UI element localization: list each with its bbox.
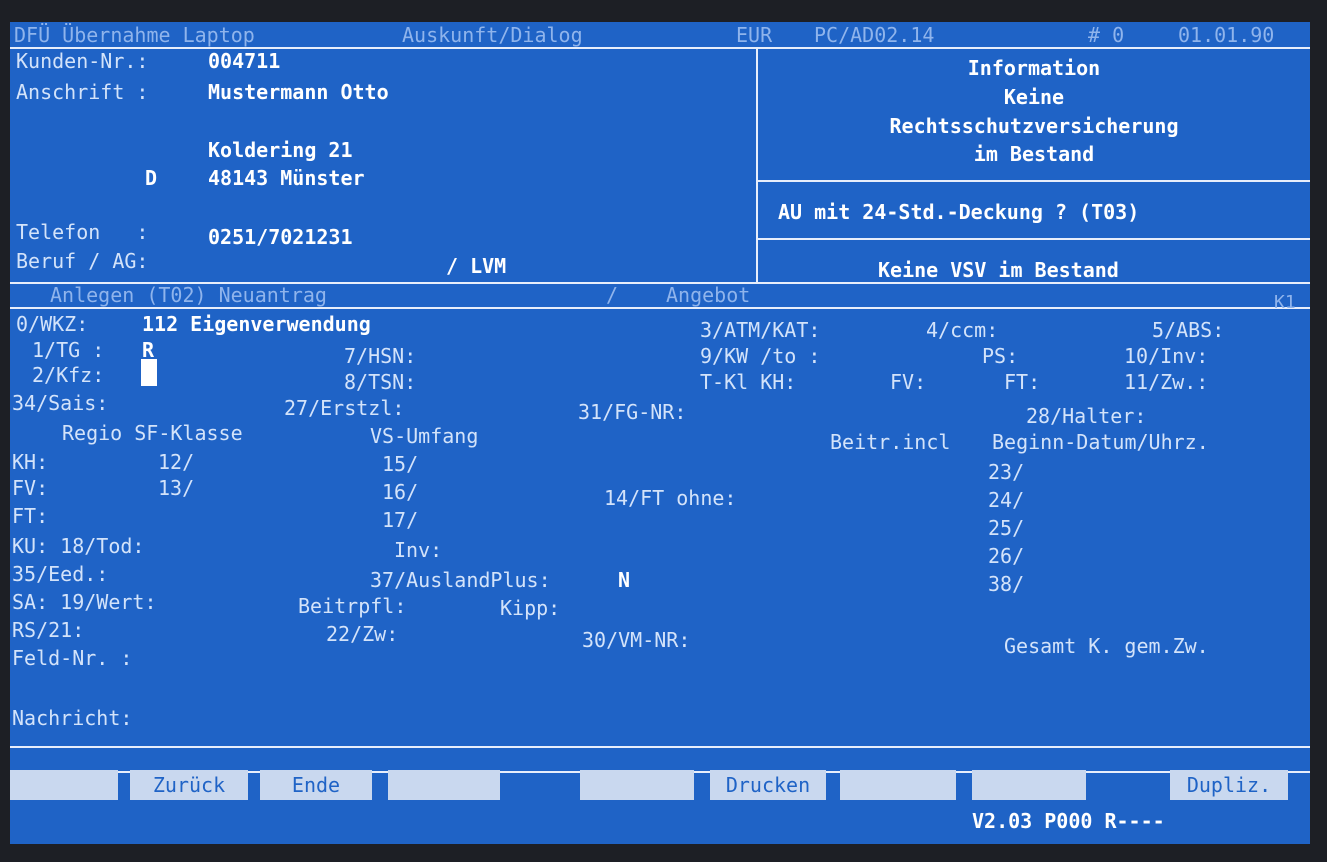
inv10-label: 10/Inv:	[1124, 344, 1209, 368]
divider-info-2	[756, 238, 1310, 240]
beginn-field-23[interactable]: 23/	[988, 460, 1024, 484]
au-coverage-question: AU mit 24-Std.-Deckung ? (T03)	[778, 200, 1140, 224]
date-label: 01.01.90	[1178, 23, 1275, 47]
customer-phone: 0251/7021231	[208, 225, 353, 249]
fkey-empty-2[interactable]	[388, 770, 500, 800]
info-line-2: Keine	[1003, 85, 1065, 109]
kfz-input-cursor[interactable]	[141, 359, 157, 386]
tkl-kh-label: T-Kl KH:	[700, 370, 797, 394]
section-slash: /	[606, 283, 619, 307]
info-line-3: Rechtsschutzversicherung	[889, 114, 1179, 138]
customer-street: Koldering 21	[208, 138, 353, 162]
zw22-label: 22/Zw:	[326, 622, 399, 646]
section-code: K1	[1274, 292, 1296, 313]
occupation-value: / LVM	[446, 254, 507, 278]
phone-label: Telefon :	[16, 220, 149, 244]
beginn-field-25[interactable]: 25/	[988, 516, 1024, 540]
duplicate-button[interactable]: Dupliz.	[1170, 770, 1288, 800]
kh-label: KH:	[12, 450, 49, 474]
wkz-label: 0/WKZ:	[16, 312, 89, 336]
ft-label: FT:	[12, 504, 49, 528]
atm-kat-label: 3/ATM/KAT:	[700, 318, 821, 342]
customer-country: D	[145, 166, 158, 190]
kw-label: 9/KW /to :	[700, 344, 821, 368]
fkey-empty-1[interactable]	[10, 770, 118, 800]
vs-field-16[interactable]: 16/	[382, 480, 418, 504]
sf-field-12[interactable]: 12/	[158, 450, 194, 474]
erstzl-label: 27/Erstzl:	[284, 396, 405, 420]
vs-field-15[interactable]: 15/	[382, 452, 418, 476]
tkl-fv-label: FV:	[890, 370, 927, 394]
ausland-plus-label: 37/AuslandPlus:	[370, 568, 551, 592]
ft-ohne-label: 14/FT ohne:	[604, 486, 737, 510]
ausland-plus-field[interactable]: N	[618, 568, 630, 592]
section-mode: Anlegen (T02) Neuantrag	[50, 283, 327, 307]
sais-label: 34/Sais:	[12, 391, 109, 415]
hsn-label: 7/HSN:	[344, 344, 417, 368]
fkey-empty-3[interactable]	[580, 770, 694, 800]
fkey-empty-4[interactable]	[840, 770, 956, 800]
message-label: Nachricht:	[12, 706, 133, 730]
terminal-screen: DFÜ Übernahme Laptop Auskunft/Dialog EUR…	[10, 22, 1310, 844]
ccm-label: 4/ccm:	[926, 318, 999, 342]
beitrpfl-label: Beitrpfl:	[298, 594, 407, 618]
mode-label: Auskunft/Dialog	[402, 23, 583, 47]
halter-label: 28/Halter:	[1026, 404, 1147, 428]
app-title: DFÜ Übernahme Laptop	[14, 23, 255, 47]
customer-city: 48143 Münster	[208, 166, 365, 190]
counter-label: # 0	[1088, 23, 1125, 47]
back-button[interactable]: Zurück	[130, 770, 248, 800]
abs-label: 5/ABS:	[1152, 318, 1225, 342]
tkl-ft-label: FT:	[1004, 370, 1041, 394]
customer-number-label: Kunden-Nr.:	[16, 49, 149, 73]
customer-name: Mustermann Otto	[208, 80, 389, 104]
divider-section-bottom	[10, 307, 1310, 309]
sa-wert-label: SA: 19/Wert:	[12, 590, 157, 614]
fkey-empty-5[interactable]	[972, 770, 1086, 800]
fgnr-label: 31/FG-NR:	[578, 400, 687, 424]
regio-sf-header: Regio SF-Klasse	[62, 421, 243, 445]
sf-field-13[interactable]: 13/	[158, 476, 194, 500]
vmnr-label: 30/VM-NR:	[582, 628, 691, 652]
exit-button[interactable]: Ende	[260, 770, 372, 800]
beitr-incl-header: Beitr.incl	[830, 430, 951, 454]
kipp-label: Kipp:	[500, 596, 561, 620]
divider-info-1	[756, 180, 1310, 182]
currency-label: EUR	[736, 23, 773, 47]
print-button[interactable]: Drucken	[710, 770, 826, 800]
beginn-header: Beginn-Datum/Uhrz.	[992, 430, 1209, 454]
occupation-label: Beruf / AG:	[16, 249, 149, 273]
version-info: V2.03 P000 R----	[972, 809, 1165, 833]
vs-field-17[interactable]: 17/	[382, 508, 418, 532]
kfz-label: 2/Kfz:	[32, 363, 105, 387]
vs-umfang-header: VS-Umfang	[370, 424, 479, 448]
wkz-field[interactable]: 112 Eigenverwendung	[142, 312, 371, 336]
info-line-4: im Bestand	[973, 142, 1095, 166]
beginn-field-26[interactable]: 26/	[988, 544, 1024, 568]
gesamt-label: Gesamt K. gem.Zw.	[1004, 634, 1209, 658]
beginn-field-38[interactable]: 38/	[988, 572, 1024, 596]
info-line-1: Information	[967, 56, 1101, 80]
ps-label: PS:	[982, 344, 1019, 368]
address-label: Anschrift :	[16, 80, 149, 104]
field-number-label: Feld-Nr. :	[12, 646, 133, 670]
rs-label: RS/21:	[12, 618, 85, 642]
section-type: Angebot	[666, 283, 751, 307]
divider-message	[10, 746, 1310, 748]
divider-top	[10, 47, 1310, 49]
vsv-status: Keine VSV im Bestand	[878, 258, 1119, 282]
fv-label: FV:	[12, 476, 49, 500]
zw11-label: 11/Zw.:	[1124, 370, 1209, 394]
ku-tod-label: KU: 18/Tod:	[12, 534, 145, 558]
tg-label: 1/TG :	[32, 338, 105, 362]
eed-label: 35/Eed.:	[12, 562, 109, 586]
customer-number: 004711	[208, 49, 281, 73]
beginn-field-24[interactable]: 24/	[988, 488, 1024, 512]
program-id: PC/AD02.14	[814, 23, 935, 47]
tsn-label: 8/TSN:	[344, 370, 417, 394]
inv-label: Inv:	[394, 538, 443, 562]
